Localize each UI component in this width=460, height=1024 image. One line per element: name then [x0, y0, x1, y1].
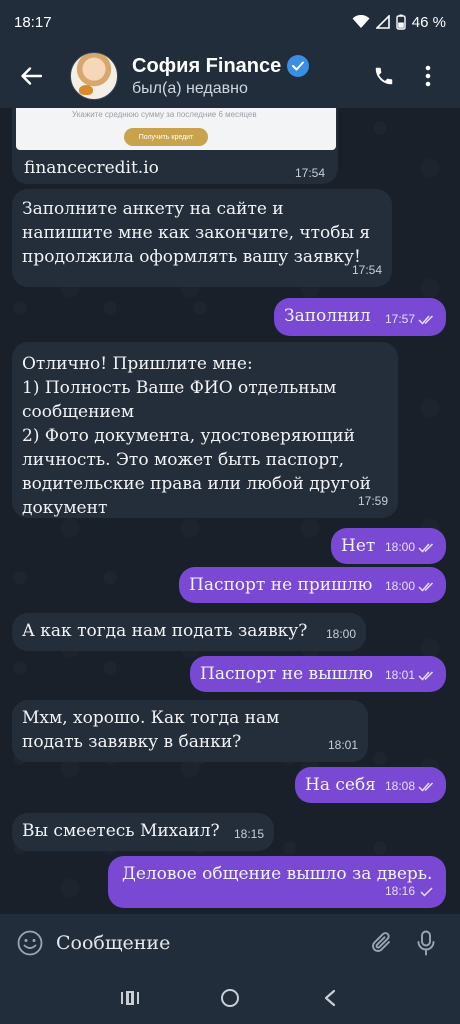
message-meta: 17:54: [352, 258, 382, 282]
message-time: 18:08: [384, 779, 415, 793]
incoming-message[interactable]: Вы смеетесь Михаил? 18:15: [12, 813, 274, 851]
link-url[interactable]: financecredit.io: [24, 158, 159, 178]
mic-icon: [417, 930, 435, 956]
home-button[interactable]: [208, 976, 252, 1020]
message-input[interactable]: [48, 923, 360, 963]
recents-icon: [121, 991, 139, 1005]
incoming-message[interactable]: Мхм, хорошо. Как тогда нам подать завявк…: [12, 700, 368, 762]
signal-icon: [375, 15, 390, 29]
message-time: 18:00: [325, 627, 356, 641]
chat-title-block[interactable]: София Finance был(а) недавно: [132, 55, 362, 98]
message-meta: 18:01: [385, 663, 436, 687]
message-meta: 18:16: [385, 879, 436, 903]
message-meta: 18:00: [385, 574, 436, 598]
battery-icon: [396, 14, 406, 30]
contact-name: София Finance: [132, 54, 282, 77]
message-meta: 18:15: [234, 822, 264, 846]
voice-message-button[interactable]: [404, 921, 448, 965]
status-icons: 46 %: [352, 14, 446, 31]
message-time: 18:00: [384, 540, 415, 554]
incoming-message[interactable]: А как тогда нам подать заявку? 18:00: [12, 613, 366, 651]
message-time: 17:59: [357, 494, 388, 508]
more-vert-icon: [425, 65, 431, 87]
attach-button[interactable]: [360, 921, 404, 965]
link-preview-image[interactable]: Укажите среднюю сумму за последние 6 мес…: [16, 108, 336, 150]
emoji-button[interactable]: [12, 925, 48, 961]
system-back-button[interactable]: [308, 976, 352, 1020]
outgoing-message[interactable]: Паспорт не пришлю 18:00: [179, 567, 446, 603]
message-time: 18:15: [233, 827, 264, 841]
preview-subtext: Укажите среднюю сумму за последние 6 мес…: [72, 110, 257, 119]
nav-back-icon: [324, 989, 336, 1007]
outgoing-message[interactable]: Паспорт не вышлю 18:01: [190, 656, 446, 692]
message-time: 17:54: [351, 263, 382, 277]
avatar[interactable]: [70, 52, 118, 100]
message-meta: 18:00: [326, 622, 356, 646]
more-options-button[interactable]: [406, 54, 450, 98]
last-seen-status: был(а) недавно: [132, 79, 248, 97]
sent-check-icon: [420, 886, 433, 897]
read-checks-icon: [418, 581, 434, 592]
outgoing-message[interactable]: Деловое общение вышло за дверь. 18:16: [108, 856, 446, 908]
message-list[interactable]: Укажите среднюю сумму за последние 6 мес…: [0, 108, 460, 914]
incoming-message[interactable]: Заполните анкету на сайте и напишите мне…: [12, 189, 392, 287]
message-text: Заполните анкету на сайте и напишите мне…: [22, 199, 371, 267]
back-button[interactable]: [10, 55, 52, 97]
chat-header: София Finance был(а) недавно: [0, 44, 460, 108]
message-time: 18:01: [327, 738, 358, 752]
outgoing-message[interactable]: На себя 18:08: [295, 767, 446, 803]
preview-cta: Получить кредит: [124, 128, 208, 146]
read-checks-icon: [418, 670, 434, 681]
status-time: 18:17: [14, 13, 52, 31]
message-time: 17:57: [384, 312, 415, 326]
message-text: Вы смеетесь Михаил?: [22, 821, 220, 841]
composer-bar: [0, 914, 460, 972]
incoming-message[interactable]: Отлично! Пришлите мне: 1) Полность Ваше …: [12, 342, 398, 518]
status-bar: 18:17 46 %: [0, 0, 460, 44]
wifi-icon: [352, 15, 370, 28]
message-time: 18:16: [384, 884, 415, 898]
outgoing-message[interactable]: Заполнил 17:57: [274, 298, 446, 336]
message-text: А как тогда нам подать заявку?: [22, 621, 308, 641]
phone-icon: [375, 67, 393, 85]
message-text: Мхм, хорошо. Как тогда нам подать завявк…: [22, 708, 280, 752]
message-meta: 17:57: [385, 307, 436, 331]
read-checks-icon: [418, 314, 434, 325]
outgoing-message[interactable]: Нет 18:00: [331, 528, 446, 564]
message-meta: 18:08: [385, 774, 436, 798]
battery-level: 46 %: [411, 13, 446, 31]
system-nav-bar: [0, 972, 460, 1024]
attach-icon: [372, 932, 390, 952]
home-icon: [221, 989, 239, 1007]
message-time: 18:00: [384, 579, 415, 593]
read-checks-icon: [418, 542, 434, 553]
back-arrow-icon: [21, 67, 42, 85]
call-button[interactable]: [362, 54, 406, 98]
read-checks-icon: [418, 781, 434, 792]
message-meta: 17:59: [358, 489, 388, 513]
verified-badge-icon: [287, 55, 310, 77]
recents-button[interactable]: [108, 976, 152, 1020]
message-time: 18:01: [384, 668, 415, 682]
message-meta: 18:00: [385, 535, 436, 559]
message-time: 17:54: [295, 166, 326, 180]
message-meta: 18:01: [328, 733, 358, 757]
message-text: Отлично! Пришлите мне: 1) Полность Ваше …: [22, 354, 372, 518]
emoji-icon: [17, 930, 43, 956]
